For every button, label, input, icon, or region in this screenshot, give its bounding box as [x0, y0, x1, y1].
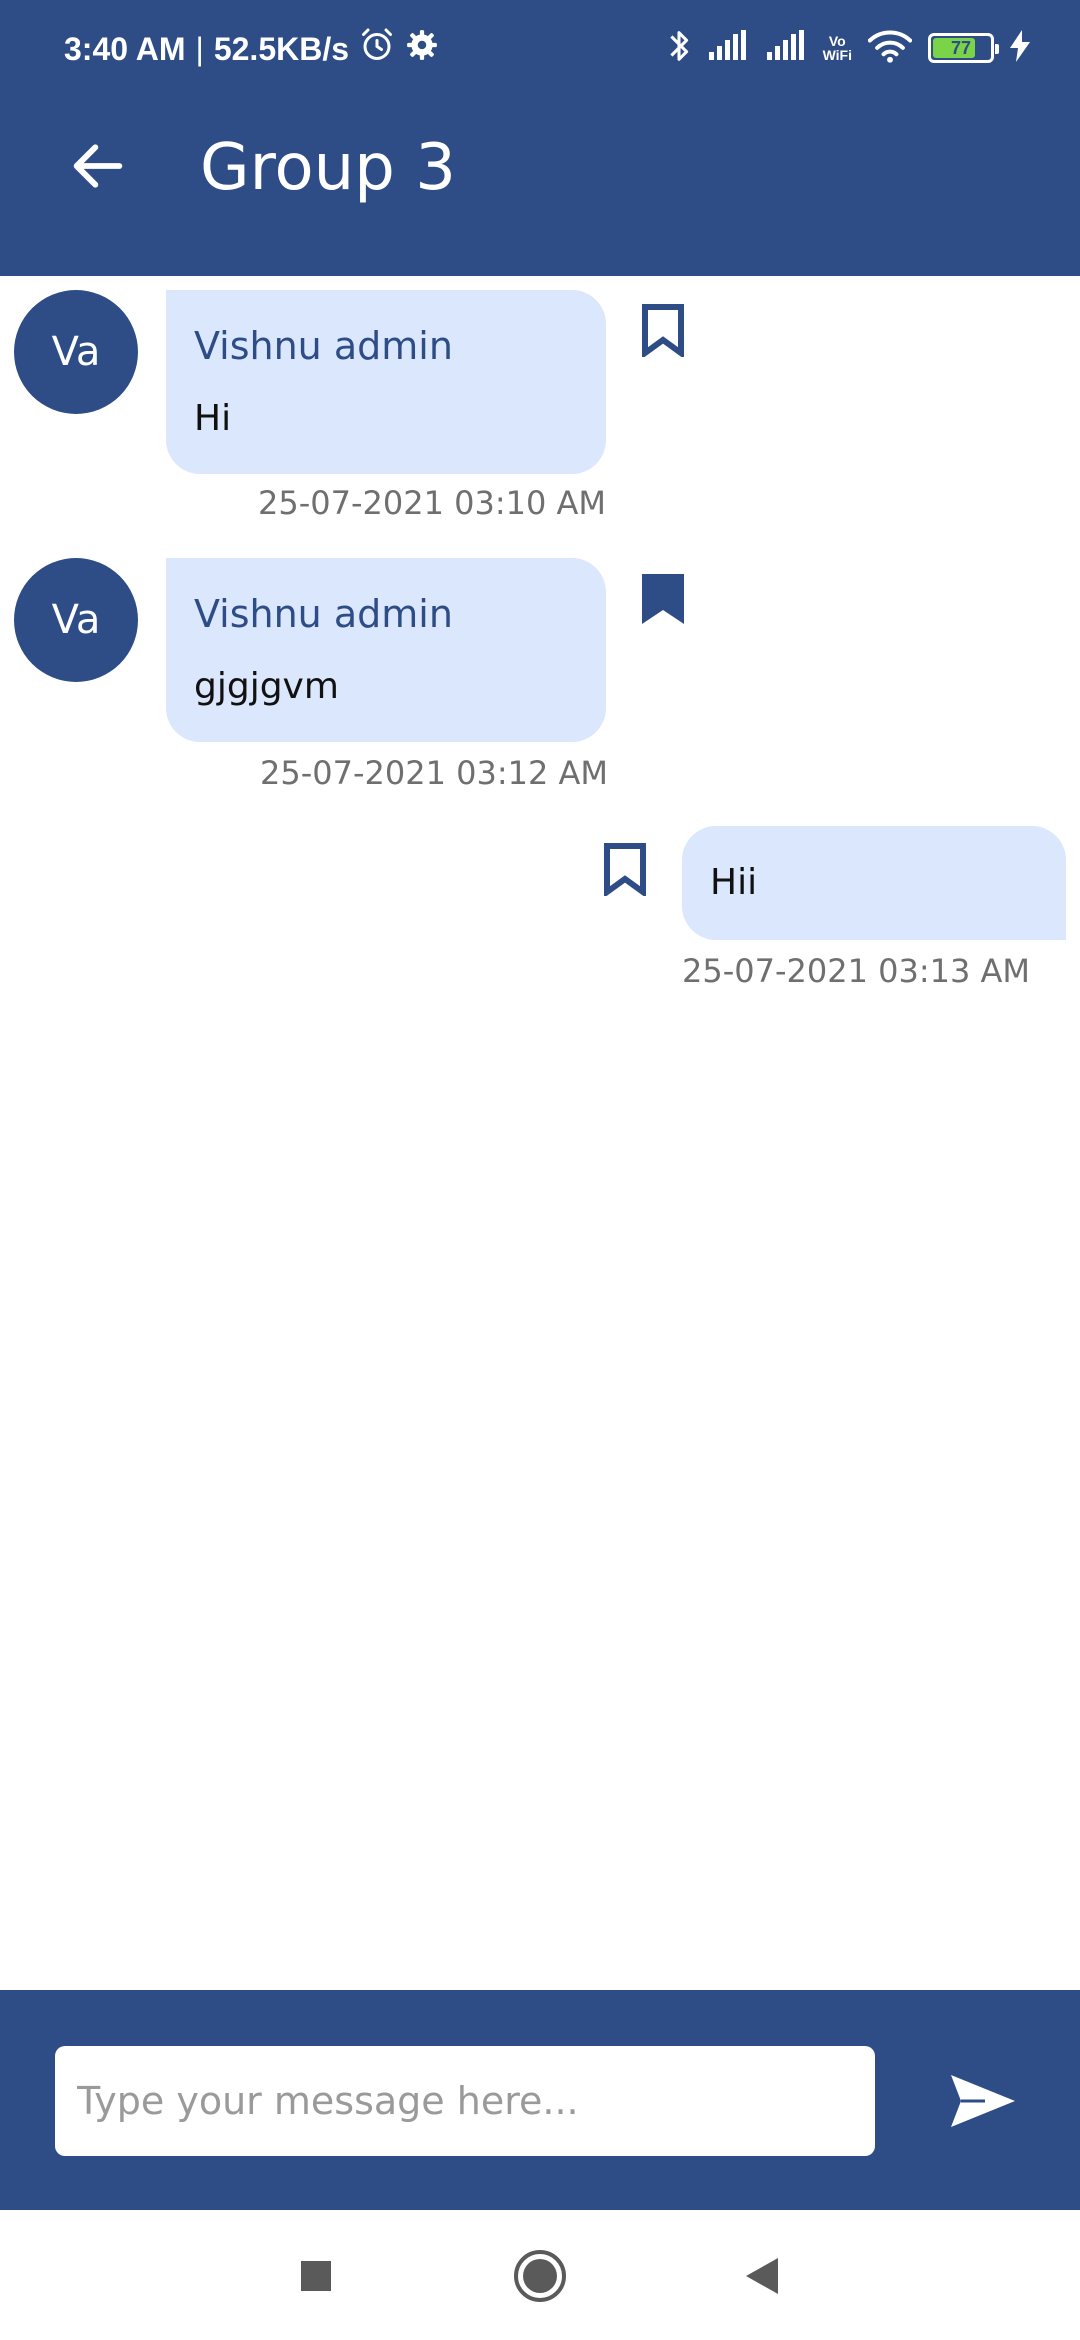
- message-bubble[interactable]: Hii: [682, 826, 1066, 940]
- status-bar: 3:40 AM | 52.5KB/s Vo WiFi 77: [0, 0, 1080, 96]
- status-left: 3:40 AM | 52.5KB/s: [64, 27, 439, 71]
- status-right: Vo WiFi 77: [667, 24, 1030, 72]
- message-timestamp: 25-07-2021 03:13 AM: [682, 952, 1031, 990]
- back-button[interactable]: [58, 126, 138, 206]
- signal-icon: [707, 30, 749, 66]
- message-text: Hi: [194, 398, 232, 439]
- bookmark-outline-icon[interactable]: [640, 303, 686, 357]
- vowifi-top: Vo: [828, 33, 846, 49]
- network-speed: 52.5KB/s: [213, 30, 350, 67]
- charging-icon: [1010, 30, 1030, 66]
- settings-icon: [405, 28, 439, 70]
- message-timestamp: 25-07-2021 03:12 AM: [260, 754, 609, 792]
- send-icon: [951, 2075, 1015, 2127]
- page-title: Group 3: [200, 131, 456, 205]
- bookmark-outline-icon[interactable]: [602, 842, 648, 896]
- recents-square-icon: [301, 2261, 331, 2291]
- avatar[interactable]: Va: [14, 558, 138, 682]
- back-triangle-icon: [746, 2258, 778, 2294]
- status-time: 3:40 AM: [64, 30, 186, 67]
- message-timestamp: 25-07-2021 03:10 AM: [258, 484, 607, 522]
- system-nav-bar: [0, 2210, 1080, 2340]
- signal-icon: [765, 30, 807, 66]
- recents-button[interactable]: [286, 2246, 346, 2306]
- sender-name: Vishnu admin: [194, 324, 453, 368]
- message-bubble[interactable]: Vishnu admin gjgjgvm: [166, 558, 606, 742]
- bookmark-filled-icon[interactable]: [640, 572, 686, 626]
- alarm-icon: [359, 27, 395, 71]
- status-separator: |: [195, 30, 204, 67]
- battery-level: 77: [950, 37, 972, 58]
- message-bubble[interactable]: Vishnu admin Hi: [166, 290, 606, 474]
- nav-back-button[interactable]: [732, 2246, 792, 2306]
- app-bar: 3:40 AM | 52.5KB/s Vo WiFi 77 Group 3: [0, 0, 1080, 276]
- home-button[interactable]: [510, 2246, 570, 2306]
- home-circle-icon: [514, 2250, 566, 2302]
- send-button[interactable]: [940, 2058, 1026, 2144]
- message-text: gjgjgvm: [194, 666, 339, 707]
- message-composer: [0, 1990, 1080, 2210]
- wifi-icon: [867, 29, 913, 67]
- vowifi-bottom: WiFi: [822, 47, 852, 63]
- battery-icon: 77: [928, 33, 999, 63]
- message-text: Hii: [710, 862, 758, 903]
- avatar[interactable]: Va: [14, 290, 138, 414]
- vowifi-indicator: Vo WiFi: [823, 34, 852, 62]
- arrow-left-icon: [73, 144, 123, 188]
- bluetooth-icon: [667, 27, 691, 69]
- sender-name: Vishnu admin: [194, 592, 453, 636]
- message-input[interactable]: [55, 2046, 875, 2156]
